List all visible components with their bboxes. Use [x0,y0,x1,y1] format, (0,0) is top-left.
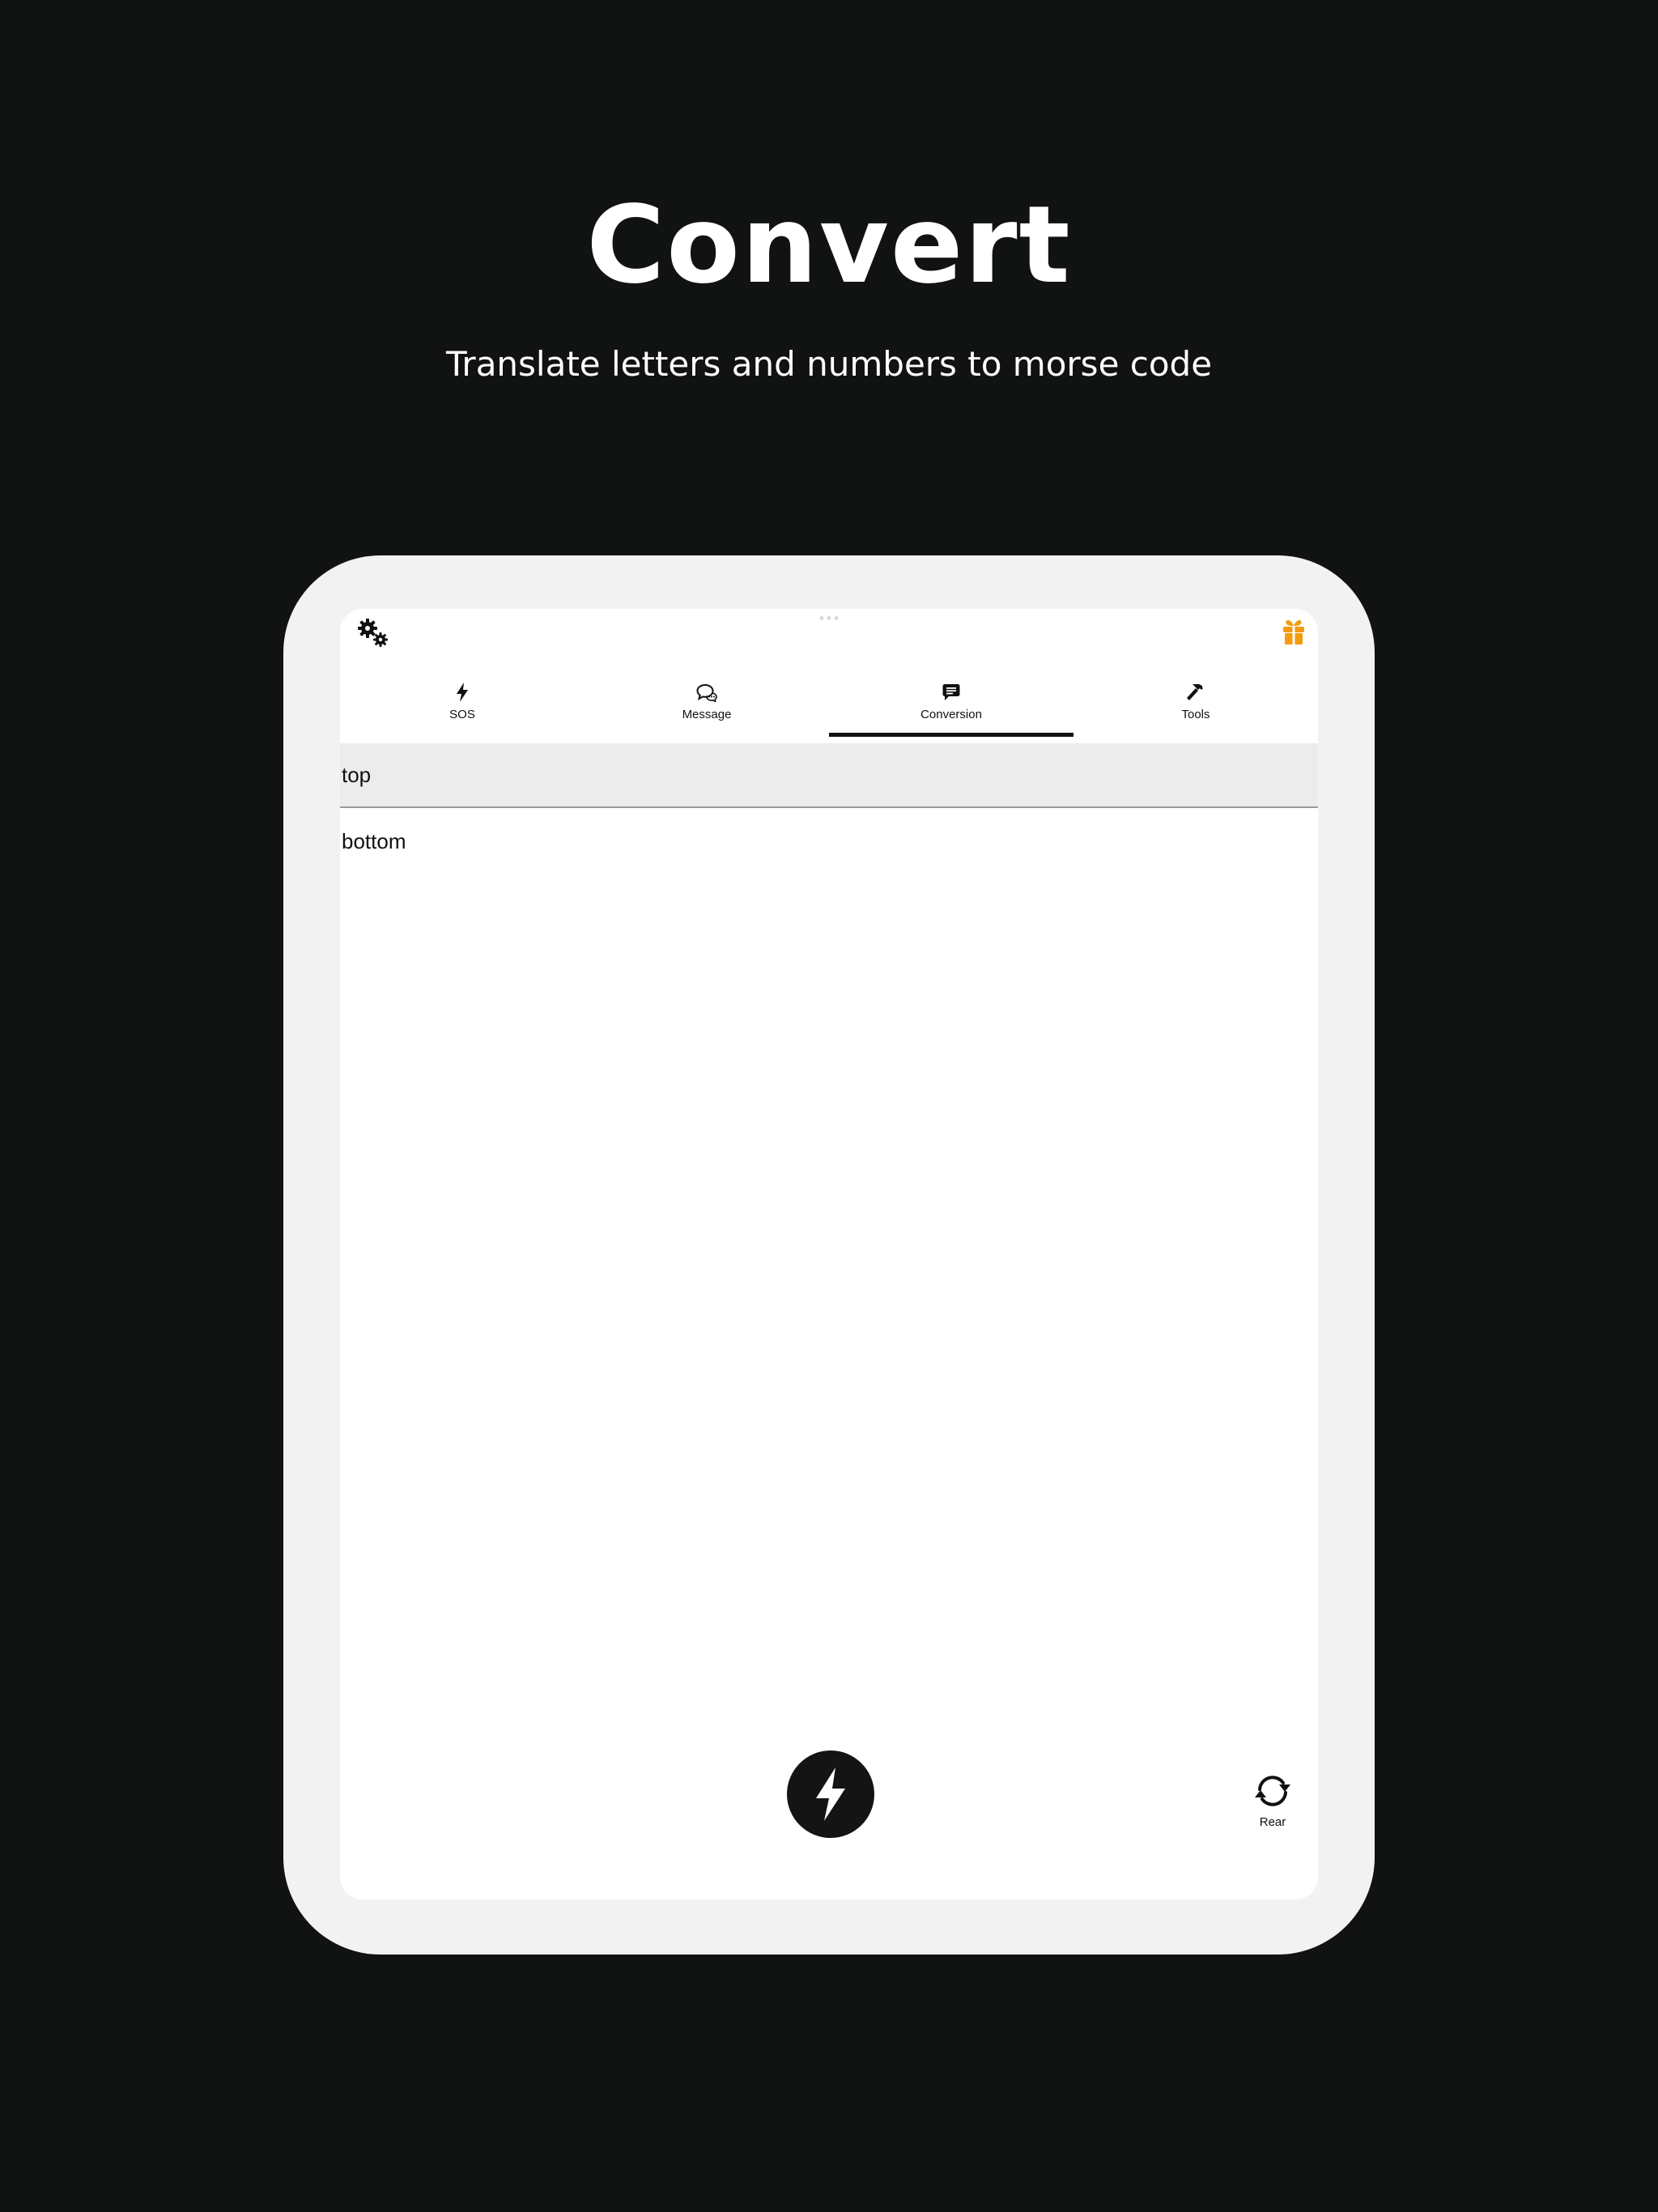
tab-tools[interactable]: Tools [1073,682,1318,737]
rear-label: Rear [1259,1815,1286,1829]
tab-label: SOS [449,708,475,721]
tab-conversion[interactable]: Conversion [829,682,1073,737]
lightning-icon [816,1767,845,1821]
settings-button[interactable] [356,617,392,649]
chat-bubbles-icon [696,683,717,702]
message-icon [942,684,960,700]
bottom-input[interactable] [342,827,1297,1216]
promo-subtitle: Translate letters and numbers to morse c… [445,344,1213,384]
tab-label: Conversion [920,708,982,721]
bottom-text-field[interactable] [340,808,1318,1229]
promo-title: Convert [586,183,1072,308]
gears-icon [358,619,388,647]
flash-button[interactable] [787,1750,874,1838]
camera-switch-icon [1255,1776,1290,1806]
top-text-field[interactable] [340,743,1318,808]
window-grabber[interactable] [819,616,839,620]
tab-label: Tools [1181,708,1210,721]
gift-icon [1283,620,1304,644]
hammer-icon [1187,684,1203,700]
gift-button[interactable] [1281,619,1307,646]
app-screen: SOS Message Conversion Tools top bottom … [340,609,1318,1899]
lightning-icon [457,683,468,702]
rear-camera-button[interactable]: Rear [1240,1772,1305,1836]
tab-sos[interactable]: SOS [340,682,585,737]
tab-label: Message [682,708,732,721]
tab-bar: SOS Message Conversion Tools [340,682,1318,737]
tab-message[interactable]: Message [585,682,829,737]
top-input[interactable] [342,743,1297,806]
